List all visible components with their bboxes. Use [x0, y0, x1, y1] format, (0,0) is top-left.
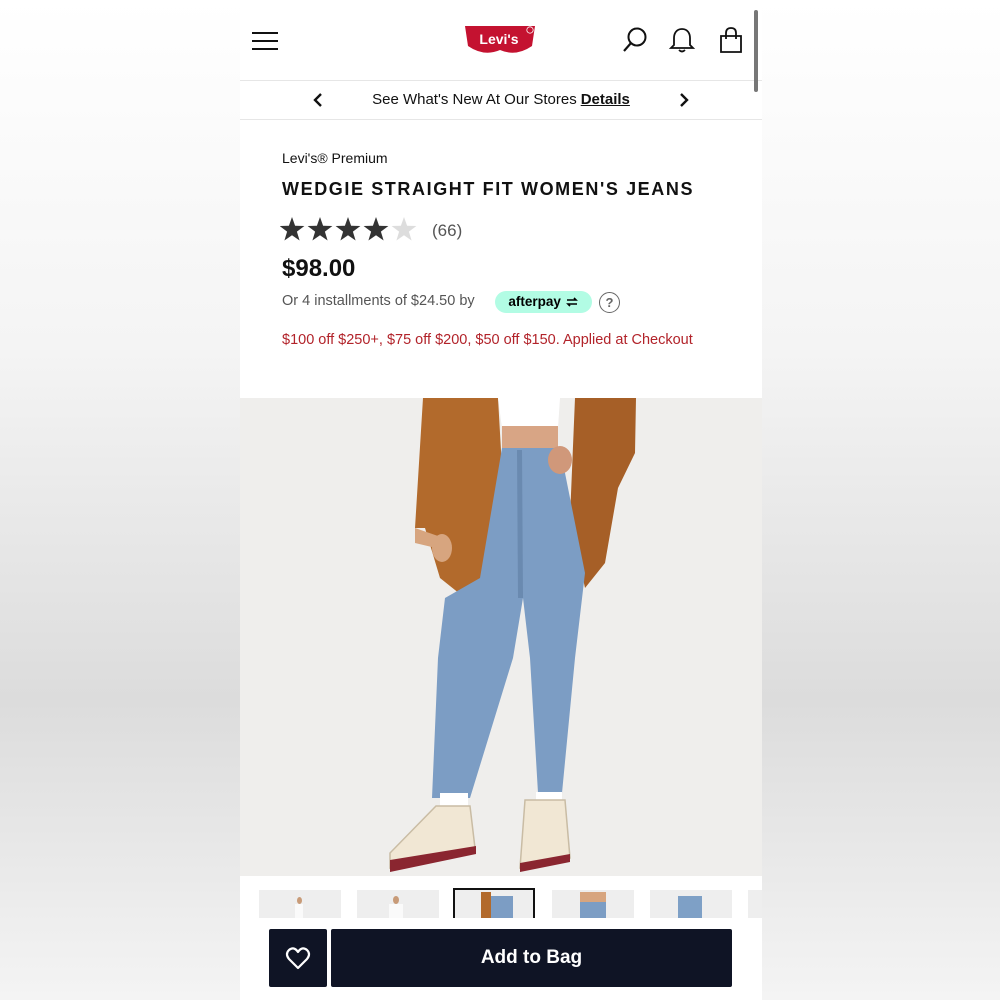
- star-filled-icon: [335, 217, 361, 241]
- thumbnail-strip: [240, 878, 762, 922]
- promo-text: See What's New At Our Stores: [372, 91, 577, 108]
- star-filled-icon: [363, 217, 389, 241]
- chevron-right-icon[interactable]: [676, 90, 692, 110]
- site-header: Levi's: [240, 0, 762, 81]
- action-bar: Add to Bag: [240, 918, 762, 1000]
- bell-icon[interactable]: [668, 26, 696, 54]
- discount-message: $100 off $250+, $75 off $200, $50 off $1…: [282, 332, 693, 348]
- star-filled-icon: [307, 217, 333, 241]
- afterpay-arrows-icon: [565, 297, 578, 307]
- star-empty-icon: [391, 217, 417, 241]
- product-brand: Levi's® Premium: [282, 150, 388, 166]
- installments-text: Or 4 installments of $24.50 by: [282, 293, 475, 309]
- promo-bar: See What's New At Our Stores Details: [240, 80, 762, 120]
- heart-icon: [285, 947, 311, 970]
- rating-stars: [280, 217, 417, 241]
- product-price: $98.00: [282, 255, 356, 282]
- afterpay-badge[interactable]: afterpay: [495, 291, 592, 313]
- logo-text: Levi's: [479, 31, 518, 47]
- promo-details-link[interactable]: Details: [581, 91, 630, 108]
- review-count[interactable]: (66): [432, 221, 462, 241]
- star-filled-icon: [280, 217, 305, 241]
- scrollbar[interactable]: [754, 10, 758, 92]
- product-title: WEDGIE STRAIGHT FIT WOMEN'S JEANS: [282, 179, 695, 199]
- search-icon[interactable]: [621, 26, 649, 54]
- wishlist-button[interactable]: [269, 929, 327, 987]
- product-image[interactable]: [240, 398, 762, 876]
- shopping-bag-icon[interactable]: [717, 26, 745, 54]
- afterpay-label: afterpay: [508, 294, 561, 309]
- levis-logo[interactable]: Levi's: [464, 24, 536, 58]
- add-to-bag-button[interactable]: Add to Bag: [331, 929, 732, 987]
- thumbnail-active[interactable]: [453, 888, 535, 922]
- menu-icon[interactable]: [252, 32, 278, 50]
- product-page: Levi's See What's New At Our Stores Detai…: [240, 0, 762, 1000]
- help-icon[interactable]: ?: [599, 292, 620, 313]
